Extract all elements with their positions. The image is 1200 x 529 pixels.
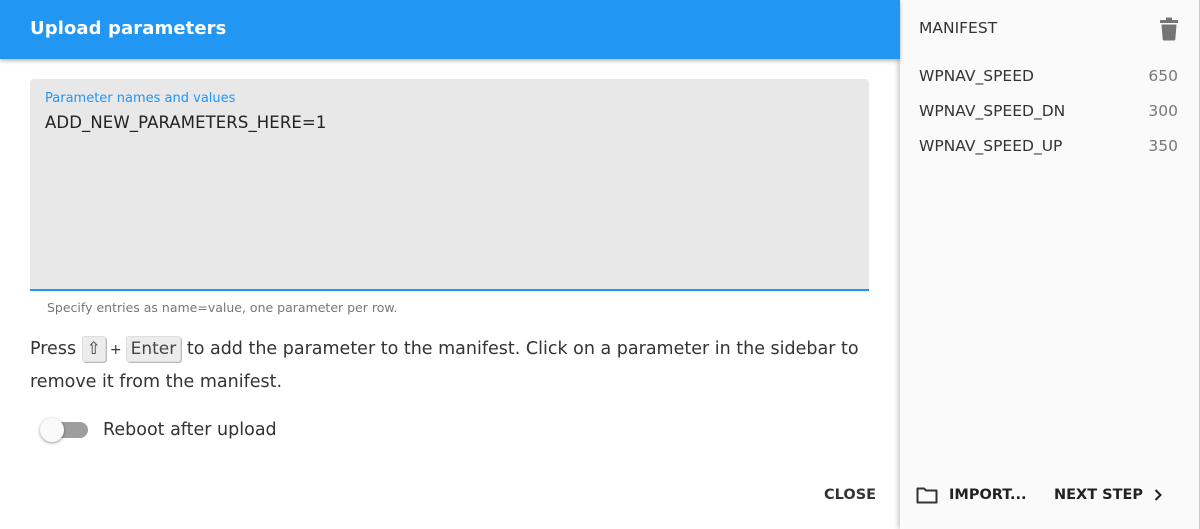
close-button[interactable]: CLOSE bbox=[810, 478, 890, 512]
manifest-item[interactable]: WPNAV_SPEED_UP 350 bbox=[900, 128, 1199, 163]
manifest-item-name: WPNAV_SPEED_UP bbox=[919, 136, 1063, 155]
reboot-toggle-switch[interactable] bbox=[40, 416, 88, 444]
parameters-field-label: Parameter names and values bbox=[45, 91, 236, 106]
dialog-title: Upload parameters bbox=[30, 18, 227, 39]
next-step-label: NEXT STEP bbox=[1054, 487, 1144, 503]
manifest-item-name: WPNAV_SPEED_DN bbox=[919, 101, 1066, 120]
manifest-item[interactable]: WPNAV_SPEED 650 bbox=[900, 58, 1199, 93]
trash-icon[interactable] bbox=[1158, 17, 1180, 41]
manifest-item-value: 300 bbox=[1148, 101, 1178, 120]
instructions-press: Press bbox=[30, 339, 77, 359]
reboot-toggle-label[interactable]: Reboot after upload bbox=[103, 420, 277, 440]
dialog-header: Upload parameters bbox=[0, 0, 900, 59]
folder-icon bbox=[916, 486, 938, 504]
manifest-title: MANIFEST bbox=[919, 19, 998, 37]
parameters-textarea[interactable] bbox=[45, 113, 855, 281]
manifest-item-value: 350 bbox=[1148, 136, 1178, 155]
upload-dialog-main: Upload parameters Parameter names and va… bbox=[0, 0, 900, 529]
import-label: IMPORT... bbox=[949, 487, 1027, 503]
next-step-button[interactable]: NEXT STEP bbox=[1046, 478, 1171, 512]
plus-sign: + bbox=[109, 342, 122, 358]
manifest-list: WPNAV_SPEED 650 WPNAV_SPEED_DN 300 WPNAV… bbox=[900, 58, 1199, 163]
enter-key: Enter bbox=[125, 336, 182, 362]
shift-key-icon: ⇧ bbox=[81, 336, 106, 362]
instructions-text: Press ⇧ + Enter to add the parameter to th… bbox=[30, 333, 880, 398]
switch-thumb bbox=[40, 418, 64, 442]
manifest-item-value: 650 bbox=[1148, 66, 1178, 85]
manifest-item[interactable]: WPNAV_SPEED_DN 300 bbox=[900, 93, 1199, 128]
parameters-field: Parameter names and values bbox=[30, 79, 869, 291]
parameters-helper-text: Specify entries as name=value, one param… bbox=[47, 300, 398, 315]
import-button[interactable]: IMPORT... bbox=[910, 478, 1033, 512]
manifest-sidebar: MANIFEST WPNAV_SPEED 650 WPNAV_SPEED_DN … bbox=[900, 0, 1200, 529]
chevron-right-icon bbox=[1153, 488, 1163, 502]
reboot-toggle-row: Reboot after upload bbox=[40, 416, 277, 444]
manifest-item-name: WPNAV_SPEED bbox=[919, 66, 1034, 85]
